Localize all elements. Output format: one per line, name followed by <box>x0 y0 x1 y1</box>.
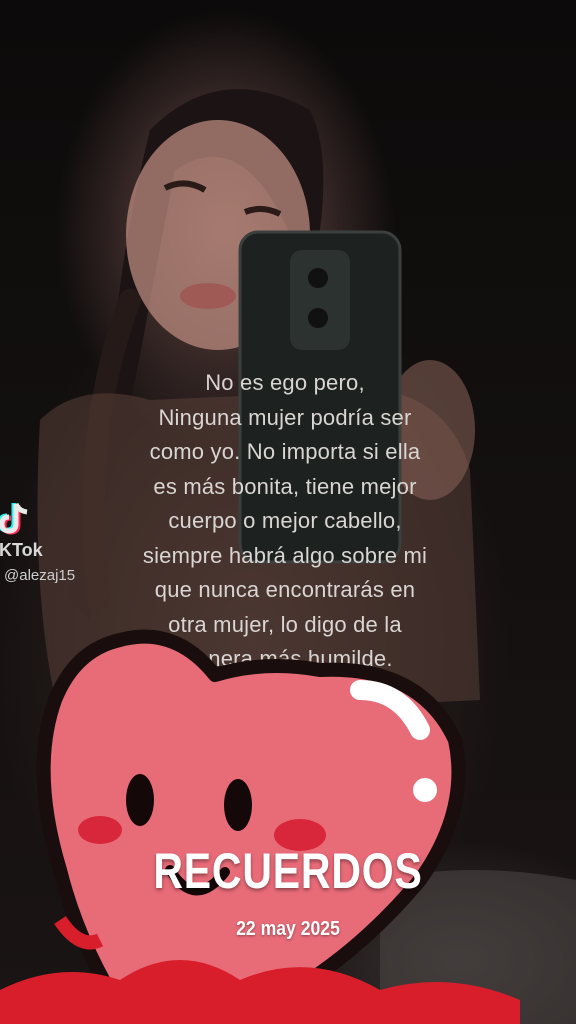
sticker-left-cheek <box>78 816 122 844</box>
memory-date: 22 may 2025 <box>236 918 340 940</box>
sticker-left-eye <box>126 774 154 826</box>
memories-title: RECUERDOS <box>153 843 423 899</box>
caption-line: No es ego pero, <box>205 370 365 395</box>
story-viewer[interactable]: No es ego pero, Ninguna mujer podría ser… <box>0 0 576 1024</box>
caption-line: siempre habrá algo sobre mi <box>142 542 428 568</box>
tiktok-watermark-text: iKTok <box>0 540 43 560</box>
smiling-heart-sticker-icon <box>0 629 520 1024</box>
caption-line: Ninguna mujer podría ser <box>158 404 412 430</box>
caption-line: cuerpo o mejor cabello, <box>168 508 402 533</box>
phone-camera-module <box>290 250 350 350</box>
lips-shape <box>180 283 236 309</box>
tiktok-logo-icon <box>0 502 28 535</box>
sticker-right-eye <box>224 779 252 831</box>
tiktok-username: @alezaj15 <box>4 567 76 584</box>
caption-line: es más bonita, tiene mejor <box>153 473 417 499</box>
caption-line: como yo. No importa si ella <box>149 439 421 464</box>
caption-line: que nunca encontrarás en <box>154 577 416 602</box>
